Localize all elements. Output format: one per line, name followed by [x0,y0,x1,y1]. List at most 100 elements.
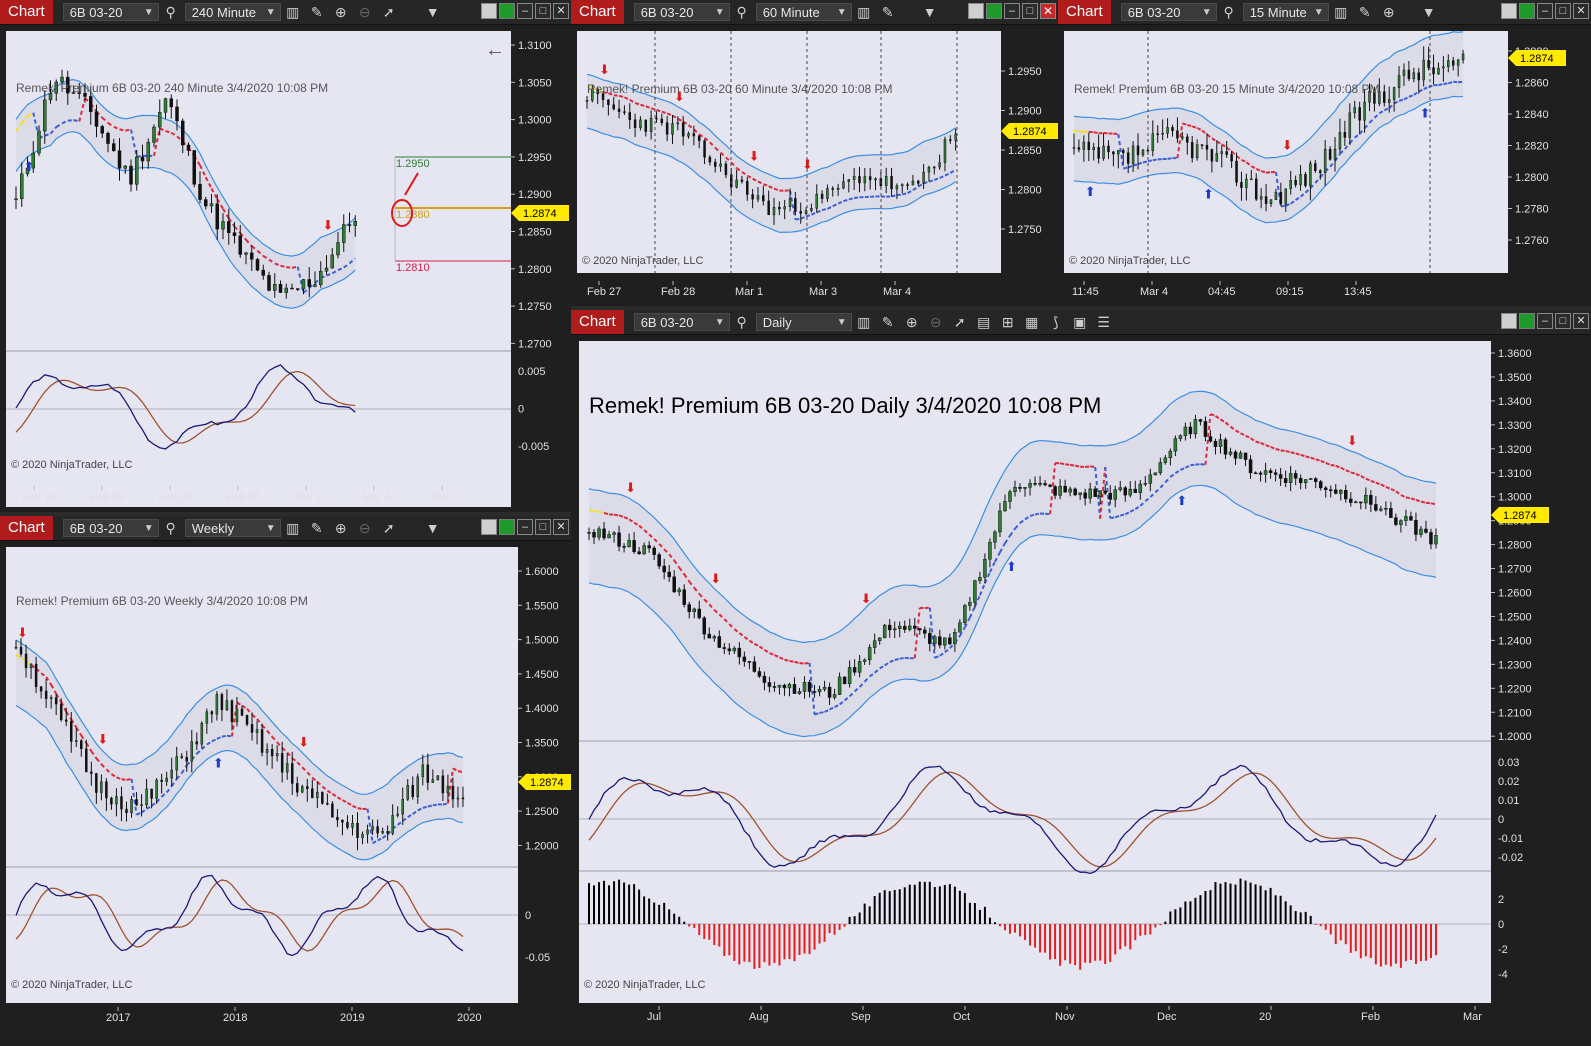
dropdown-arrow-icon[interactable]: ▼ [421,520,445,536]
dropdown-arrow-icon[interactable]: ▼ [918,4,942,20]
chart-tab[interactable]: Chart [1058,0,1111,24]
minimize-button[interactable]: – [517,519,533,535]
instrument-selector[interactable]: 6B 03-20 ▼ [633,313,730,331]
dropdown-arrow-icon[interactable]: ▼ [421,4,445,20]
close-button[interactable]: ✕ [1040,3,1056,19]
candle-body [267,275,271,291]
close-button[interactable]: ✕ [1573,313,1589,329]
link-color-button[interactable] [1519,3,1535,19]
pointer-icon[interactable]: ➚ [948,314,972,331]
draw-tool-icon[interactable]: ✎ [305,520,329,537]
oscillator-axis-label: -0.01 [1498,833,1523,845]
link-color-button[interactable] [499,3,515,19]
maximize-button[interactable]: □ [1555,313,1571,329]
close-button[interactable]: ✕ [553,519,569,535]
link-button[interactable] [481,519,497,535]
draw-tool-icon[interactable]: ✎ [876,4,900,21]
chart-tab[interactable]: Chart [0,0,53,24]
chart-tab[interactable]: Chart [0,516,53,540]
candle-body [1323,487,1328,490]
link-button[interactable] [968,3,984,19]
instrument-selector[interactable]: 6B 03-20 ▼ [1120,3,1217,21]
search-icon[interactable]: ⚲ [159,4,183,21]
chart-tab[interactable]: Chart [571,310,624,334]
candle-body [812,691,817,693]
chart-canvas-15min[interactable]: ⬆⬆⬇⬆1.28801.28601.28401.28201.28001.2780… [1058,25,1591,306]
search-icon[interactable]: ⚲ [1217,4,1241,21]
interval-selector[interactable]: 60 Minute ▼ [755,3,852,21]
chart-header-label: Remek! Premium 6B 03-20 Daily 3/4/2020 1… [589,393,1101,418]
interval-selector[interactable]: 240 Minute ▼ [184,3,281,21]
chart-canvas-daily[interactable]: ⬇ ⬇ ⬇ ⬆ ⬆ ⬇ 1.3600 1.3500 1.3400 1.3300 1.3200 1.31… [571,335,1591,1046]
link-color-button[interactable] [986,3,1002,19]
candle-body [19,646,23,655]
instrument-selector[interactable]: 6B 03-20 ▼ [62,3,159,21]
link-color-button[interactable] [499,519,515,535]
zoom-in-icon[interactable]: ⊕ [329,520,353,537]
candle-body [807,682,812,692]
close-button[interactable]: ✕ [553,3,569,19]
current-price-label: 1.2874 [523,208,557,220]
link-color-button[interactable] [1519,313,1535,329]
candle-body [44,690,48,699]
zoom-in-icon[interactable]: ⊕ [329,4,353,21]
templates-icon[interactable]: ▣ [1068,314,1092,331]
properties-icon[interactable]: ⊞ [996,314,1020,331]
interval-selector[interactable]: Daily ▼ [755,313,852,331]
chart-canvas-60min[interactable]: ⬇⬇⬇⬇1.29501.29001.28501.28001.27501.2874… [571,25,1058,306]
draw-tool-icon[interactable]: ✎ [1353,4,1377,21]
maximize-button[interactable]: □ [535,3,551,19]
chart-canvas-weekly[interactable]: ⬇ ⬇ ⬆ ⬇ 1.6000 1.5500 1.5000 1.4500 1.4000 1.3500… [0,541,571,1046]
indicators-icon[interactable]: ▦ [1020,314,1044,331]
candle-body [1364,494,1368,504]
interval-selector[interactable]: Weekly ▼ [184,519,281,537]
close-button[interactable]: ✕ [1573,3,1589,19]
strategies-icon[interactable]: ⟆ [1044,314,1068,331]
pointer-icon[interactable]: ➚ [377,520,401,537]
search-icon[interactable]: ⚲ [730,314,754,331]
zoom-out-icon[interactable]: ⊖ [353,520,377,537]
bars-type-icon[interactable]: ▥ [852,4,876,21]
bars-type-icon[interactable]: ▥ [852,314,876,331]
minimize-button[interactable]: – [1537,3,1553,19]
minimize-button[interactable]: – [517,3,533,19]
instrument-selector[interactable]: 6B 03-20 ▼ [633,3,730,21]
bars-type-icon[interactable]: ▥ [281,520,305,537]
pointer-icon[interactable]: ➚ [377,4,401,21]
minimize-button[interactable]: – [1004,3,1020,19]
link-button[interactable] [1501,313,1517,329]
list-icon[interactable]: ☰ [1092,314,1116,331]
histogram-bar-negative [1134,924,1137,941]
maximize-button[interactable]: □ [1022,3,1038,19]
chart-tab[interactable]: Chart [571,0,624,24]
zoom-out-icon[interactable]: ⊖ [353,4,377,21]
maximize-button[interactable]: □ [535,519,551,535]
link-button[interactable] [481,3,497,19]
candle-body [757,671,762,677]
minimize-button[interactable]: – [1537,313,1553,329]
draw-tool-icon[interactable]: ✎ [305,4,329,21]
dropdown-arrow-icon[interactable]: ▼ [1417,4,1441,20]
bars-type-icon[interactable]: ▥ [281,4,305,21]
data-box-icon[interactable]: ▤ [972,314,996,331]
chart-canvas-240min[interactable]: ⬆ ⬇ 1.3100 1.3050 1.3000 1.2950 1.2900 1.2850 1.… [0,25,571,512]
candle-body [633,119,637,129]
instrument-selector[interactable]: 6B 03-20 ▼ [62,519,159,537]
histogram-bar-positive [1179,907,1182,924]
candle-body [80,740,83,749]
search-icon[interactable]: ⚲ [159,520,183,537]
bars-type-icon[interactable]: ▥ [1329,4,1353,21]
candle-body [255,729,259,733]
link-button[interactable] [1501,3,1517,19]
draw-tool-icon[interactable]: ✎ [876,314,900,331]
candle-body [1245,178,1248,188]
interval-label: 240 Minute [191,5,257,20]
maximize-button[interactable]: □ [1555,3,1571,19]
zoom-in-icon[interactable]: ⊕ [900,314,924,331]
candle-body [1447,60,1450,68]
zoom-in-icon[interactable]: ⊕ [1377,4,1401,21]
search-icon[interactable]: ⚲ [730,4,754,21]
zoom-out-icon[interactable]: ⊖ [924,314,948,331]
interval-selector[interactable]: 15 Minute ▼ [1242,3,1329,21]
back-arrow-icon: ← [485,39,505,61]
